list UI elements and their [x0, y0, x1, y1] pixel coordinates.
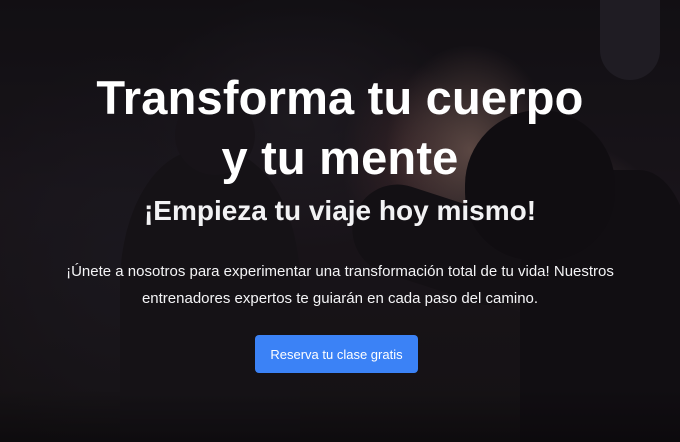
- hero-content: Transforma tu cuerpo y tu mente ¡Empieza…: [0, 0, 680, 442]
- hero-title-line-1: Transforma tu cuerpo: [96, 71, 584, 124]
- book-free-class-button[interactable]: Reserva tu clase gratis: [255, 335, 418, 373]
- hero-title-line-2: y tu mente: [221, 131, 459, 184]
- hero-subtitle: ¡Empieza tu viaje hoy mismo!: [143, 195, 537, 226]
- hero-title: Transforma tu cuerpo y tu mente: [40, 68, 640, 188]
- hero-description: ¡Únete a nosotros para experimentar una …: [66, 263, 614, 307]
- hero-section: Transforma tu cuerpo y tu mente ¡Empieza…: [0, 0, 680, 442]
